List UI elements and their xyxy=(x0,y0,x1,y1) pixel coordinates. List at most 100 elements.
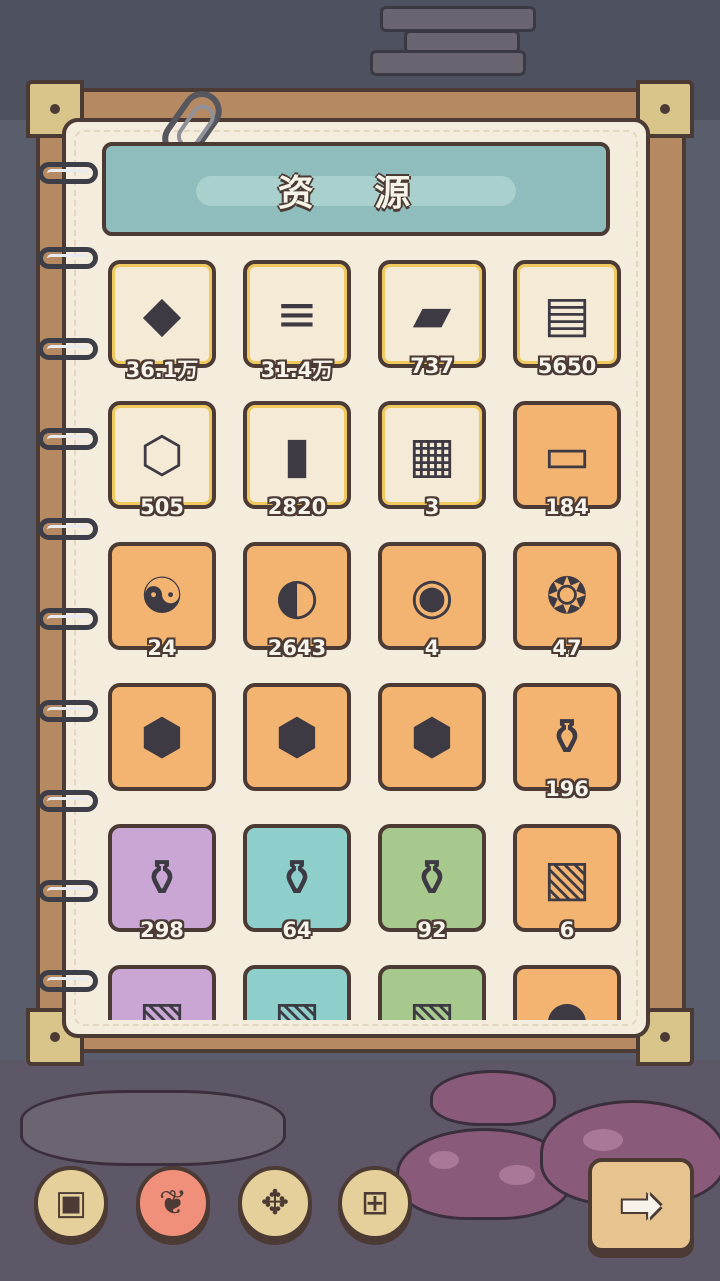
yin-yang-coin-icon: ☯ xyxy=(139,567,185,625)
ticket-icon: ▭ xyxy=(543,426,591,484)
resource-item[interactable]: ⬢ xyxy=(243,683,351,791)
spiral-ring xyxy=(38,790,98,812)
resource-item[interactable]: ◓ xyxy=(513,965,621,1020)
resource-item-tile: ▧ xyxy=(108,965,216,1020)
resource-item[interactable]: ▭ 184 xyxy=(513,401,621,519)
resource-item-tile: ◉ xyxy=(378,542,486,650)
resource-item-tile: ❂ xyxy=(513,542,621,650)
resource-item[interactable]: ▦ 3 xyxy=(378,401,486,519)
nav-button-puzzle-piece[interactable]: ✥ xyxy=(238,1166,312,1240)
next-button[interactable]: ➡ xyxy=(588,1158,694,1252)
resource-item[interactable]: ▧ xyxy=(243,965,351,1020)
resource-item[interactable]: ⚱ 92 xyxy=(378,824,486,942)
blue-hex-gem-icon: ⬢ xyxy=(275,708,319,766)
resource-item[interactable]: ≡ 31.4万 xyxy=(243,260,351,382)
nav-button-branch[interactable]: ❦ xyxy=(136,1166,210,1240)
resource-item-tile: ⚱ xyxy=(378,824,486,932)
background-mushroom xyxy=(430,1070,556,1126)
nav-button-briefcase[interactable]: ▣ xyxy=(34,1166,108,1240)
spiral-ring xyxy=(38,700,98,722)
log-bundle-icon: ≡ xyxy=(276,285,318,343)
paint-tube-icon: ▰ xyxy=(412,285,452,343)
resource-item[interactable]: ▧ 6 xyxy=(513,824,621,942)
resource-item-tile: ▰ xyxy=(378,260,486,368)
resource-item[interactable]: ⚱ 64 xyxy=(243,824,351,942)
purple-potion-icon: ⚱ xyxy=(141,849,183,907)
resource-item-count: 2643 xyxy=(267,636,327,660)
resource-item-tile: ▧ xyxy=(513,824,621,932)
stone-pile-icon: ◆ xyxy=(142,285,182,343)
branch-icon: ❦ xyxy=(158,1183,188,1223)
resource-grid: ◆ 36.1万 ≡ 31.4万 ▰ 737 ▤ 5650 ⬡ 505 ▮ 2820 ▦ 3 ▭ 184 ☯ 24 ◐… xyxy=(108,260,621,1020)
resource-item[interactable]: ⬡ 505 xyxy=(108,401,216,519)
resource-item[interactable]: ⚱ 298 xyxy=(108,824,216,942)
resource-item[interactable]: ▧ xyxy=(378,965,486,1020)
purple-hex-gem-icon: ⬢ xyxy=(410,708,454,766)
resource-item[interactable]: ▧ xyxy=(108,965,216,1020)
resource-item-count: 5650 xyxy=(537,354,597,378)
spiral-ring xyxy=(38,247,98,269)
green-hex-gem-icon: ⬢ xyxy=(140,708,184,766)
resource-item-tile: ◓ xyxy=(513,965,621,1020)
resource-item-count: 31.4万 xyxy=(260,358,334,382)
resource-item[interactable]: ▤ 5650 xyxy=(513,260,621,378)
resource-item-tile: ▧ xyxy=(378,965,486,1020)
resource-item[interactable]: ◐ 2643 xyxy=(243,542,351,660)
resource-grid-viewport[interactable]: ◆ 36.1万 ≡ 31.4万 ▰ 737 ▤ 5650 ⬡ 505 ▮ 2820 ▦ 3 ▭ 184 ☯ 24 ◐… xyxy=(100,250,630,1020)
resource-item-tile: ▭ xyxy=(513,401,621,509)
resource-item-count: 184 xyxy=(545,495,589,519)
resource-item-count: 298 xyxy=(140,918,184,942)
resource-item-tile: ⬢ xyxy=(378,683,486,791)
resource-item[interactable]: ⬢ xyxy=(378,683,486,791)
resource-item-tile: ▦ xyxy=(378,401,486,509)
resource-item-tile: ≡ xyxy=(243,260,351,368)
honey-jar-icon: ◓ xyxy=(545,990,589,1020)
teal-portrait-cards-icon: ▧ xyxy=(273,990,321,1020)
resource-item-count: 2820 xyxy=(267,495,327,519)
resource-item-tile: ⬡ xyxy=(108,401,216,509)
background-mushroom xyxy=(20,1090,286,1166)
resource-item[interactable]: ▰ 737 xyxy=(378,260,486,378)
resource-item-tile: ⬢ xyxy=(243,683,351,791)
glass-orb-icon: ◉ xyxy=(410,567,454,625)
resource-item-count: 92 xyxy=(417,918,447,942)
resource-item-tile: ⬢ xyxy=(108,683,216,791)
green-portrait-cards-icon: ▧ xyxy=(408,990,456,1020)
resource-item-count: 505 xyxy=(140,495,184,519)
resource-item-count: 196 xyxy=(545,777,589,801)
resource-item-tile: ▮ xyxy=(243,401,351,509)
resource-item-tile: ⚱ xyxy=(513,683,621,791)
resource-item-tile: ☯ xyxy=(108,542,216,650)
resource-item-count: 47 xyxy=(552,636,582,660)
resource-item-count: 36.1万 xyxy=(125,358,199,382)
spiral-ring xyxy=(38,338,98,360)
paper-scrap-icon: ▤ xyxy=(543,285,591,343)
resource-item-tile: ⚱ xyxy=(243,824,351,932)
resource-item[interactable]: ◆ 36.1万 xyxy=(108,260,216,382)
resource-item-tile: ◐ xyxy=(243,542,351,650)
spiral-ring xyxy=(38,608,98,630)
nav-button-treasure-chest[interactable]: ⊞ xyxy=(338,1166,412,1240)
film-strip-icon: ▦ xyxy=(408,426,456,484)
background-plank xyxy=(370,50,526,76)
resource-item[interactable]: ☯ 24 xyxy=(108,542,216,660)
resource-item-tile: ◆ xyxy=(108,260,216,368)
briefcase-icon: ▣ xyxy=(54,1183,88,1223)
treasure-chest-icon: ⊞ xyxy=(360,1183,390,1223)
resource-item-count: 64 xyxy=(282,918,312,942)
resource-item-tile: ▤ xyxy=(513,260,621,368)
spiral-ring xyxy=(38,428,98,450)
amber-potion-icon: ⚱ xyxy=(546,708,588,766)
resource-item-tile: ▧ xyxy=(243,965,351,1020)
blue-potion-icon: ⚱ xyxy=(276,849,318,907)
resource-item[interactable]: ❂ 47 xyxy=(513,542,621,660)
resource-item[interactable]: ⚱ 196 xyxy=(513,683,621,801)
resource-item[interactable]: ▮ 2820 xyxy=(243,401,351,519)
koi-fish-icon: ◐ xyxy=(275,567,319,625)
resource-item[interactable]: ⬢ xyxy=(108,683,216,791)
puzzle-piece-icon: ✥ xyxy=(260,1183,290,1223)
resource-item[interactable]: ◉ 4 xyxy=(378,542,486,660)
bubble-orbs-icon: ❂ xyxy=(546,567,588,625)
resource-item-count: 737 xyxy=(410,354,454,378)
spiral-ring xyxy=(38,880,98,902)
